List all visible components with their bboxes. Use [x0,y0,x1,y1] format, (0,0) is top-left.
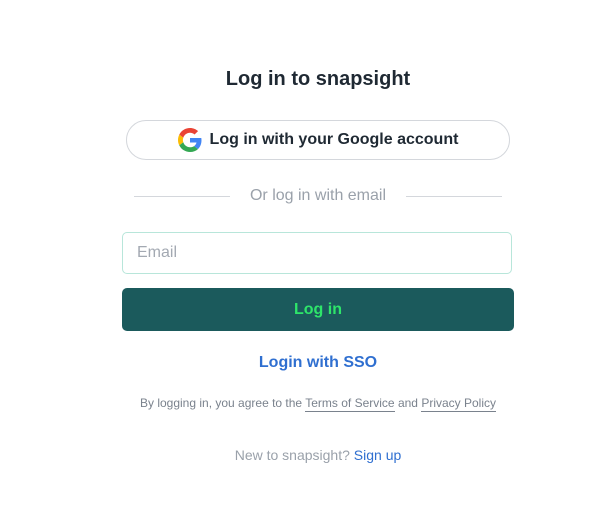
page-title: Log in to snapsight [225,68,411,90]
login-page: Log in to snapsight Log in with your Goo… [0,0,606,507]
google-g-icon [177,128,202,152]
privacy-policy-link[interactable]: Privacy Policy [421,396,496,412]
signup-prompt-row: New to snapsight? Sign up [0,447,606,463]
google-login-label: Log in with your Google account [209,131,459,148]
sso-login-link[interactable]: Login with SSO [0,354,606,372]
signup-link[interactable]: Sign up [354,447,401,463]
email-field[interactable] [122,232,512,274]
divider-line-left [134,196,230,197]
google-login-button[interactable]: Log in with your Google account [126,120,510,160]
divider-line-right [406,196,502,197]
email-divider: Or log in with email [134,186,502,206]
terms-notice: By logging in, you agree to the Terms of… [0,396,606,412]
login-button[interactable]: Log in [122,288,514,331]
terms-of-service-link[interactable]: Terms of Service [305,396,395,412]
terms-prefix: By logging in, you agree to the [139,396,303,410]
divider-text: Or log in with email [249,187,387,204]
terms-and: and [397,396,418,410]
signup-prompt: New to snapsight? [234,447,350,463]
